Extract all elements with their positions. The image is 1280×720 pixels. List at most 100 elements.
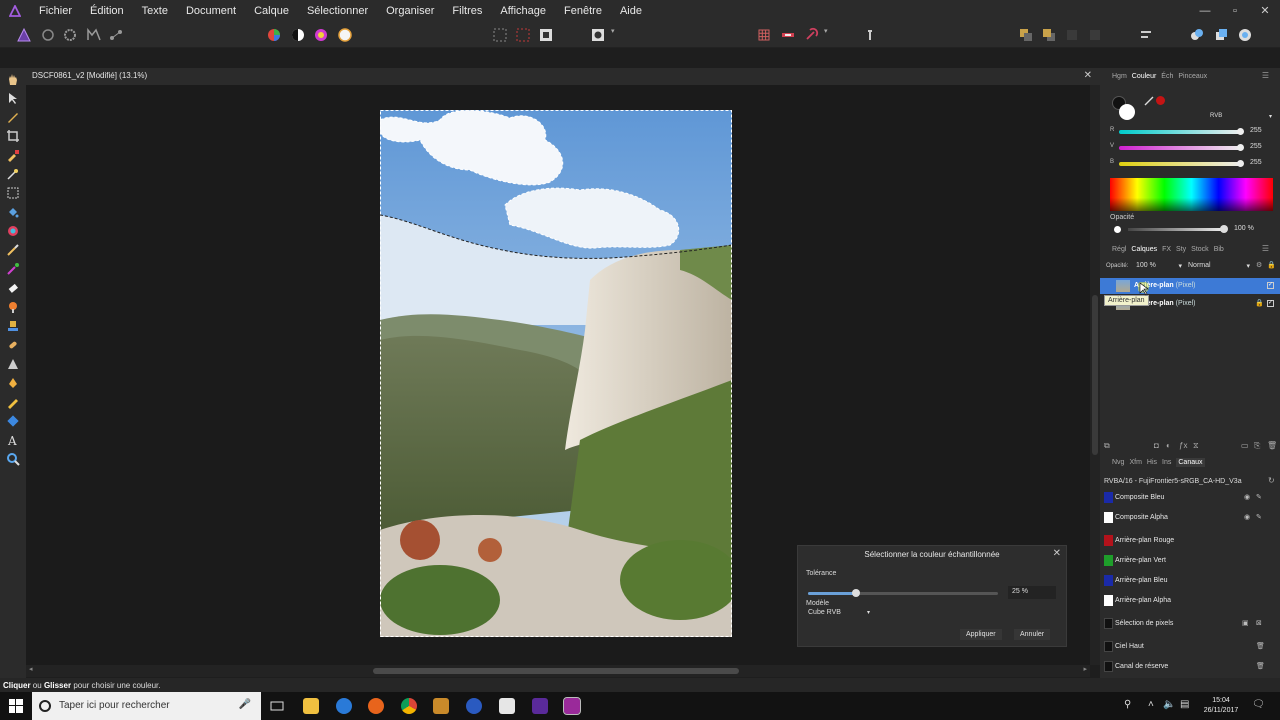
auto-contrast-icon[interactable] — [290, 27, 306, 43]
task-view-icon[interactable] — [269, 698, 285, 714]
color-picker-tool-icon[interactable] — [6, 110, 20, 124]
channel-row[interactable]: Canal de réserve 🗑 — [1100, 657, 1280, 675]
channel-row[interactable]: Arrière-plan Rouge — [1100, 531, 1280, 549]
tab-navigator[interactable]: Nvg — [1112, 459, 1124, 466]
color-replacement-tool-icon[interactable] — [6, 262, 20, 276]
fx-icon[interactable]: ƒx — [1179, 441, 1187, 450]
dialog-close-icon[interactable]: ✕ — [1053, 548, 1061, 559]
snapping-dropdown-icon[interactable]: ▾ — [824, 27, 828, 35]
filter-icon[interactable]: ⧖ — [1193, 441, 1199, 451]
vertical-scrollbar[interactable] — [1090, 85, 1100, 665]
tab-history[interactable]: His — [1147, 459, 1157, 466]
pencil-tool-icon[interactable] — [6, 395, 20, 409]
color-spectrum[interactable] — [1110, 178, 1273, 211]
channel-row[interactable]: Composite Bleu ◉ ✎ — [1100, 488, 1280, 506]
menu-view[interactable]: Affichage — [491, 0, 555, 22]
boolean-add-icon[interactable] — [1189, 27, 1205, 43]
clone-tool-icon[interactable] — [6, 319, 20, 333]
start-button[interactable] — [0, 692, 32, 720]
menu-file[interactable]: Fichier — [30, 0, 81, 22]
menu-help[interactable]: Aide — [611, 0, 651, 22]
panel-menu-icon[interactable]: ☰ — [1262, 71, 1269, 80]
trash-icon[interactable]: 🗑 — [1256, 642, 1265, 650]
eye-icon[interactable]: ◉ — [1244, 513, 1250, 521]
people-icon[interactable]: ⚲ — [1124, 699, 1131, 710]
layer-lock-icon[interactable]: 🔒 — [1255, 299, 1264, 307]
menu-filters[interactable]: Filtres — [443, 0, 491, 22]
document-tab[interactable]: DSCF0861_v2 [Modifié] (13.1%) — [32, 71, 147, 80]
green-slider[interactable]: V 255 — [1110, 143, 1280, 153]
move-tool-icon[interactable] — [6, 91, 20, 105]
sharpen-tool-icon[interactable] — [6, 357, 20, 371]
move-forward-icon[interactable] — [862, 27, 878, 43]
crop-tool-icon[interactable] — [6, 129, 20, 143]
quick-mask-icon[interactable] — [590, 27, 606, 43]
eye-icon[interactable]: ◉ — [1244, 493, 1250, 501]
tab-swatches[interactable]: Éch — [1161, 73, 1173, 80]
adjustment-icon[interactable]: ◐ — [1166, 441, 1171, 450]
tab-brushes[interactable]: Pinceaux — [1178, 73, 1207, 80]
color-opacity-knob[interactable] — [1220, 225, 1228, 233]
menu-text[interactable]: Texte — [133, 0, 177, 22]
trash-icon[interactable]: 🗑 — [1267, 441, 1277, 450]
lock-icon[interactable]: 🔒 — [1267, 261, 1276, 269]
notifications-icon[interactable]: 🗨 — [1252, 699, 1265, 710]
taskbar-search-box[interactable]: Taper ici pour rechercher 🎤 — [32, 692, 261, 720]
menu-arrange[interactable]: Organiser — [377, 0, 443, 22]
color-opacity-value[interactable]: 100 % — [1234, 225, 1254, 232]
blue-knob[interactable] — [1237, 160, 1244, 167]
menu-window[interactable]: Fenêtre — [555, 0, 611, 22]
channel-row[interactable]: Arrière-plan Alpha — [1100, 591, 1280, 609]
deselect-icon[interactable] — [515, 27, 531, 43]
arrange-backward-icon[interactable] — [1087, 27, 1103, 43]
layer-visibility-checkbox[interactable]: ✓ — [1267, 282, 1274, 289]
layer-stack-icon[interactable]: ⧉ — [1104, 441, 1110, 451]
auto-white-balance-icon[interactable] — [337, 27, 353, 43]
gradient-tool-icon[interactable] — [6, 224, 20, 238]
microphone-icon[interactable]: 🎤 — [239, 699, 251, 710]
maximize-button[interactable]: ▫ — [1220, 0, 1250, 22]
paint-brush-tool-icon[interactable] — [6, 243, 20, 257]
menu-select[interactable]: Sélectionner — [298, 0, 377, 22]
mask-icon[interactable]: ▣ — [1242, 619, 1249, 627]
secondary-color-swatch[interactable] — [1119, 104, 1135, 120]
channel-row[interactable]: Arrière-plan Vert — [1100, 551, 1280, 569]
red-slider[interactable]: R 255 — [1110, 127, 1280, 137]
auto-levels-icon[interactable] — [266, 27, 282, 43]
tab-library[interactable]: Bib — [1214, 246, 1224, 253]
edge-browser-icon[interactable] — [336, 698, 352, 714]
network-icon[interactable]: ▤ — [1180, 699, 1189, 710]
tray-chevron-icon[interactable]: ˄ — [1148, 699, 1154, 710]
tab-info[interactable]: Ins — [1162, 459, 1171, 466]
arrange-back-icon[interactable] — [1018, 27, 1034, 43]
chrome-icon[interactable] — [401, 698, 417, 714]
boolean-intersect-icon[interactable] — [1237, 27, 1253, 43]
channel-row[interactable]: Ciel Haut 🗑 — [1100, 637, 1280, 655]
gear-icon[interactable]: ⚙ — [1256, 261, 1262, 269]
firefox-icon[interactable] — [368, 698, 384, 714]
eyedropper-icon[interactable] — [1144, 96, 1154, 106]
marquee-selection-icon[interactable] — [492, 27, 508, 43]
quick-mask-dropdown-icon[interactable]: ▾ — [611, 27, 615, 35]
flood-select-tool-icon[interactable] — [6, 167, 20, 181]
edit-icon[interactable]: ✎ — [1256, 513, 1262, 521]
tab-styles[interactable]: Sty — [1176, 246, 1186, 253]
hand-tool-icon[interactable] — [6, 72, 20, 86]
refresh-icon[interactable]: ↻ — [1268, 476, 1275, 485]
dodge-tool-icon[interactable] — [6, 300, 20, 314]
sampled-color-swatch[interactable] — [1156, 96, 1165, 105]
arrange-forward-icon[interactable] — [1064, 27, 1080, 43]
tolerance-slider[interactable] — [808, 589, 998, 597]
layer-opacity-field[interactable]: 100 % ▾ — [1136, 262, 1182, 270]
tab-layers[interactable]: Calques — [1131, 246, 1157, 253]
auto-colors-icon[interactable] — [313, 27, 329, 43]
tab-stock[interactable]: Stock — [1191, 246, 1209, 253]
erase-brush-tool-icon[interactable] — [6, 281, 20, 295]
tab-histogram[interactable]: Hgm — [1112, 73, 1127, 80]
flood-fill-tool-icon[interactable] — [6, 205, 20, 219]
duplicate-layer-icon[interactable]: ⎘ — [1254, 441, 1260, 451]
tab-transform[interactable]: Xfm — [1129, 459, 1141, 466]
tab-channels[interactable]: Canaux — [1176, 457, 1205, 467]
thunderbird-icon[interactable] — [466, 698, 482, 714]
scroll-right-icon[interactable]: ▸ — [1083, 665, 1087, 673]
